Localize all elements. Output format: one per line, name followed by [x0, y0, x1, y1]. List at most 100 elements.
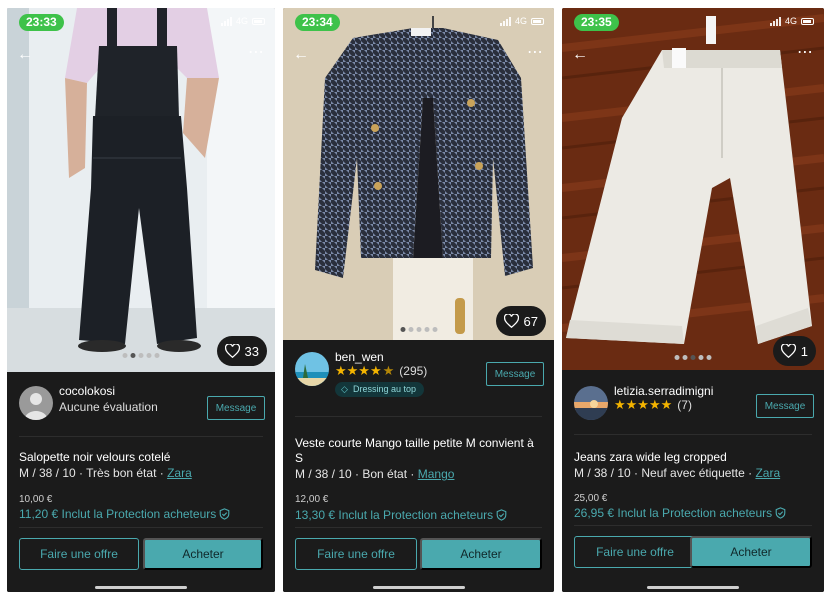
home-indicator[interactable] [95, 586, 187, 589]
item-price: 10,00 € [19, 494, 53, 505]
brand-link[interactable]: Zara [755, 466, 780, 480]
seller-name[interactable]: letizia.serradimigni [614, 384, 713, 398]
make-offer-button[interactable]: Faire une offre [19, 538, 139, 570]
status-bar: 23:34 4G [283, 14, 554, 34]
message-button[interactable]: Message [207, 396, 265, 420]
product-meta: M / 38 / 10 · Bon état · Mango [295, 467, 455, 481]
status-time: 23:35 [574, 14, 619, 31]
total-price-protection[interactable]: 26,95 € Inclut la Protection acheteurs [574, 506, 786, 520]
avatar[interactable] [574, 386, 608, 420]
avatar[interactable] [295, 352, 329, 386]
divider [295, 527, 542, 528]
like-button[interactable]: 33 [216, 336, 267, 366]
phone-screen-1: 23:33 4G ← ⋯ 33 cocolokosi Aucune évalua… [7, 8, 275, 592]
phone-screen-2: 23:34 4G ← ⋯ 67 ben_wen ★★★★★ (295) Dres… [283, 8, 554, 592]
seller-name[interactable]: ben_wen [335, 350, 384, 364]
avatar[interactable] [19, 386, 53, 420]
heart-icon [780, 344, 796, 358]
status-time: 23:33 [19, 14, 64, 31]
phone-screen-3: 23:35 4G ← ⋯ 1 letizia.serradimigni ★★★★… [562, 8, 824, 592]
back-arrow-icon[interactable]: ← [293, 46, 311, 64]
more-options-icon[interactable]: ⋯ [527, 44, 544, 62]
like-count: 1 [800, 343, 808, 359]
message-button[interactable]: Message [756, 394, 814, 418]
network-label: 4G [784, 16, 797, 26]
star-icon: ★★★★★ [614, 397, 673, 412]
product-meta: M / 38 / 10 · Très bon état · Zara [19, 466, 192, 480]
make-offer-button[interactable]: Faire une offre [295, 538, 417, 570]
rating-count: (295) [399, 364, 428, 378]
carousel-dots[interactable] [400, 327, 437, 332]
product-title: Jeans zara wide leg cropped [574, 450, 727, 464]
divider [19, 436, 263, 437]
total-price-protection[interactable]: 13,30 € Inclut la Protection acheteurs [295, 508, 507, 522]
item-price: 12,00 € [295, 494, 329, 505]
buy-button[interactable]: Acheter [420, 538, 542, 570]
message-button[interactable]: Message [486, 362, 544, 386]
product-photo-jeans[interactable]: 23:35 4G ← ⋯ 1 [562, 8, 824, 370]
overalls-image [7, 8, 275, 372]
seller-row[interactable]: letizia.serradimigni ★★★★★ (7) Message [574, 382, 814, 432]
buy-button[interactable]: Acheter [690, 536, 812, 568]
divider [574, 434, 812, 435]
seller-row[interactable]: ben_wen ★★★★★ (295) Dressing au top Mess… [295, 348, 544, 404]
make-offer-button[interactable]: Faire une offre [574, 536, 696, 568]
beach-avatar-icon [295, 352, 329, 386]
home-indicator[interactable] [647, 586, 739, 589]
signal-icon [499, 16, 511, 26]
product-title: Veste courte Mango taille petite M convi… [295, 436, 534, 465]
product-photo-overalls[interactable]: 23:33 4G ← ⋯ 33 [7, 8, 275, 372]
total-price-protection[interactable]: 11,20 € Inclut la Protection acheteurs [19, 507, 230, 521]
back-arrow-icon[interactable]: ← [572, 46, 590, 64]
shield-check-icon [775, 507, 786, 519]
brand-link[interactable]: Zara [167, 466, 192, 480]
carousel-dots[interactable] [122, 353, 160, 358]
seller-row[interactable]: cocolokosi Aucune évaluation Message [19, 382, 265, 432]
product-info-panel: letizia.serradimigni ★★★★★ (7) Message J… [562, 370, 824, 592]
like-button[interactable]: 1 [772, 336, 816, 366]
like-button[interactable]: 67 [495, 306, 546, 336]
buy-button[interactable]: Acheter [143, 538, 263, 570]
battery-icon [801, 17, 814, 25]
product-title: Salopette noir velours cotelé [19, 450, 171, 464]
heart-icon [503, 314, 519, 328]
like-count: 33 [244, 343, 259, 359]
network-label: 4G [235, 16, 248, 26]
network-label: 4G [514, 16, 527, 26]
back-arrow-icon[interactable]: ← [17, 46, 35, 64]
product-photo-jacket[interactable]: 23:34 4G ← ⋯ 67 [283, 8, 554, 340]
home-indicator[interactable] [372, 586, 465, 589]
battery-icon [531, 17, 544, 25]
seller-name[interactable]: cocolokosi [59, 384, 115, 398]
more-options-icon[interactable]: ⋯ [797, 44, 814, 62]
divider [574, 525, 812, 526]
product-info-panel: ben_wen ★★★★★ (295) Dressing au top Mess… [283, 340, 554, 592]
battery-icon [252, 17, 265, 25]
dressing-badge[interactable]: Dressing au top [335, 382, 425, 397]
seller-rating: ★★★★★ (7) [614, 397, 692, 413]
sunset-avatar-icon [574, 386, 608, 420]
shield-check-icon [219, 508, 230, 520]
heart-icon [224, 344, 240, 358]
more-options-icon[interactable]: ⋯ [248, 44, 265, 62]
like-count: 67 [523, 313, 538, 329]
default-avatar-icon [19, 386, 53, 420]
jacket-image [283, 8, 554, 340]
product-meta: M / 38 / 10 · Neuf avec étiquette · Zara [574, 466, 781, 480]
status-time: 23:34 [295, 14, 340, 31]
status-bar: 23:33 4G [7, 14, 275, 34]
half-star-icon: ★ [382, 363, 395, 378]
divider [19, 527, 263, 528]
star-icon: ★★★★ [335, 363, 382, 378]
carousel-dots[interactable] [674, 355, 712, 360]
signal-icon [769, 16, 781, 26]
signal-icon [220, 16, 232, 26]
divider [295, 416, 542, 417]
seller-rating: ★★★★ ★ (295) [335, 363, 427, 379]
shield-check-icon [496, 509, 507, 521]
seller-rating-text: Aucune évaluation [59, 400, 158, 414]
status-bar: 23:35 4G [562, 14, 824, 34]
item-price: 25,00 € [574, 493, 608, 504]
brand-link[interactable]: Mango [418, 467, 455, 481]
jeans-image [562, 8, 824, 370]
